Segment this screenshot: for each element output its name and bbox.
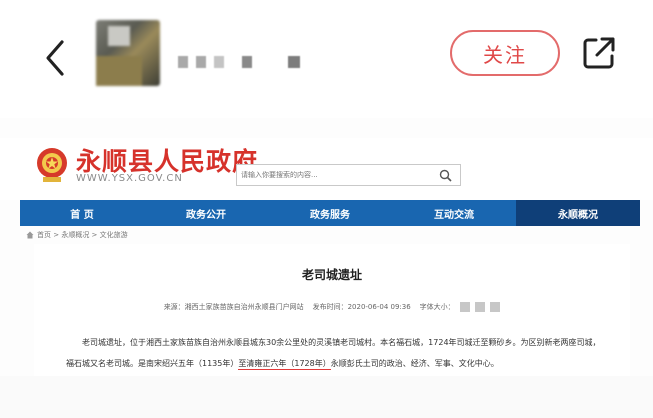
app-top-bar: 关注 [0, 0, 653, 118]
font-size-large-button[interactable] [459, 302, 470, 312]
follow-button[interactable]: 关注 [450, 30, 560, 76]
nav-item-gov-services[interactable]: 政务服务 [268, 200, 392, 226]
font-size-label: 字体大小： [419, 303, 455, 311]
nav-item-gov-affairs[interactable]: 政务公开 [144, 200, 268, 226]
author-name-blurred[interactable] [178, 52, 318, 72]
article-source: 来源：湘西土家族苗族自治州永顺县门户网站 [163, 303, 304, 311]
article-published: 发布时间：2020-06-04 09:36 [312, 303, 411, 311]
paragraph-text-after: 永顺彭氏土司的政治、经济、军事、文化中心。 [330, 359, 499, 368]
site-search-box[interactable] [236, 164, 461, 186]
breadcrumb-text[interactable]: 首页 > 永顺概况 > 文化旅游 [37, 230, 128, 240]
national-emblem-icon [37, 148, 67, 182]
article-meta: 来源：湘西土家族苗族自治州永顺县门户网站 发布时间：2020-06-04 09:… [34, 302, 630, 312]
site-search-input[interactable] [241, 167, 421, 183]
font-size-small-button[interactable] [490, 302, 501, 312]
embedded-webpage-screenshot: 永顺县人民政府 WWW.YSX.GOV.CN 首 页 政务公开 政务服务 互动交… [0, 118, 653, 418]
chevron-left-icon[interactable] [38, 38, 74, 78]
avatar[interactable] [96, 20, 160, 86]
site-nav-bar: 首 页 政务公开 政务服务 互动交流 永顺概况 [20, 200, 640, 226]
home-icon [26, 231, 34, 239]
article-body: 老司城遗址，位于湘西土家族苗族自治州永顺县城东30余公里处的灵溪镇老司城村。本名… [66, 332, 606, 374]
site-url: WWW.YSX.GOV.CN [76, 173, 183, 184]
bottom-fade [0, 376, 653, 418]
external-share-icon[interactable] [582, 36, 616, 70]
article-paragraph: 老司城遗址，位于湘西土家族苗族自治州永顺县城东30余公里处的灵溪镇老司城村。本名… [66, 332, 606, 374]
article-title: 老司城遗址 [301, 268, 362, 282]
breadcrumb: 首页 > 永顺概况 > 文化旅游 [26, 230, 128, 240]
nav-item-home[interactable]: 首 页 [20, 200, 144, 226]
nav-item-overview[interactable]: 永顺概况 [516, 200, 640, 226]
highlighted-underlined-text: 至清雍正六年（1728年） [238, 359, 331, 370]
font-size-medium-button[interactable] [475, 302, 486, 312]
search-icon[interactable] [439, 169, 452, 182]
nav-item-interaction[interactable]: 互动交流 [392, 200, 516, 226]
